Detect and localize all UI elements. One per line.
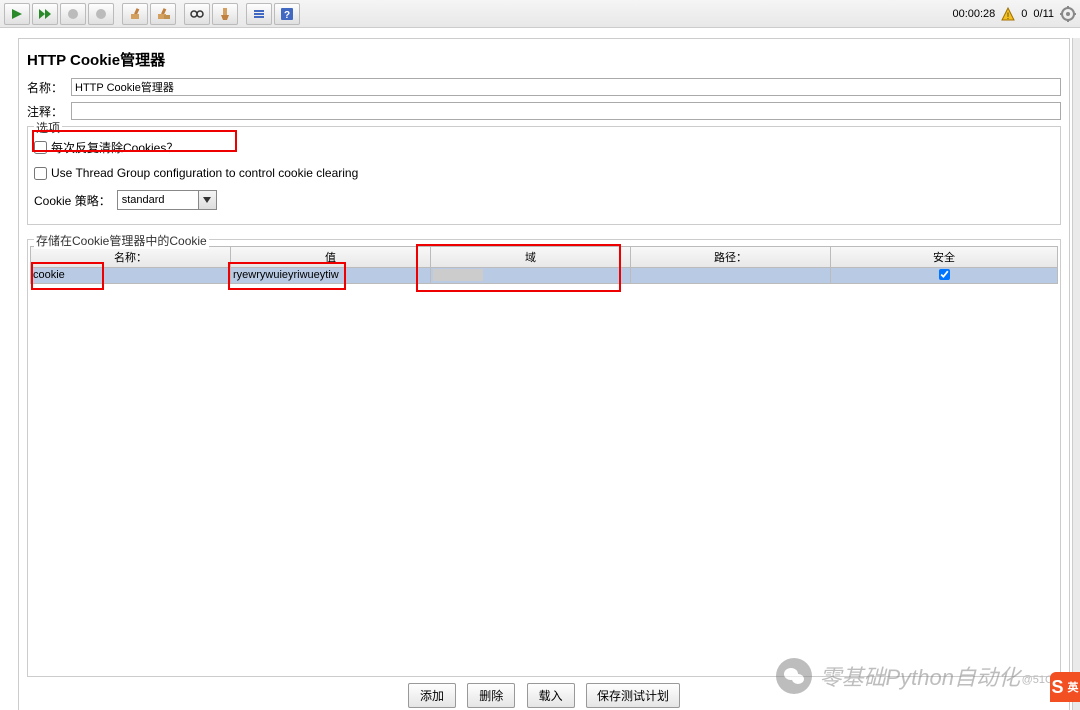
th-name: 名称： — [31, 247, 231, 267]
name-row: 名称： — [27, 78, 1061, 96]
elapsed-time: 00:00:28 — [952, 8, 995, 20]
td-path[interactable] — [631, 268, 831, 283]
options-fieldset: 选项 每次反复清除Cookies？ Use Thread Group confi… — [27, 126, 1061, 225]
cookies-fieldset: 存储在Cookie管理器中的Cookie 名称： 值 域 路径： 安全 cook… — [27, 239, 1061, 677]
secure-checkbox[interactable] — [939, 269, 950, 280]
policy-combo[interactable] — [117, 190, 217, 210]
clear-each-iteration-row: 每次反复清除Cookies？ — [34, 139, 1054, 156]
th-value: 值 — [231, 247, 431, 267]
options-legend: 选项 — [34, 119, 62, 136]
load-button[interactable]: 载入 — [527, 683, 575, 708]
vertical-scrollbar[interactable] — [1072, 38, 1080, 710]
cookie-table-header: 名称： 值 域 路径： 安全 — [30, 246, 1058, 268]
panel-title: HTTP Cookie管理器 — [27, 49, 1061, 70]
chevron-down-icon[interactable] — [198, 191, 216, 209]
clear-each-iteration-checkbox[interactable] — [34, 141, 47, 154]
use-thread-group-checkbox[interactable] — [34, 167, 47, 180]
td-domain[interactable]: xxxxxxxxx — [431, 268, 631, 283]
run-button[interactable] — [4, 3, 30, 25]
clear-button[interactable] — [122, 3, 148, 25]
th-secure: 安全 — [831, 247, 1057, 267]
warning-count: 0 — [1021, 8, 1027, 20]
comment-row: 注释： — [27, 102, 1061, 120]
warning-icon[interactable]: ! — [1001, 7, 1015, 21]
add-button[interactable]: 添加 — [408, 683, 456, 708]
watermark: 零基础Python自动化 — [776, 658, 1021, 694]
help-button[interactable]: ? — [274, 3, 300, 25]
watermark-text: 零基础Python自动化 — [820, 660, 1021, 692]
delete-button[interactable]: 删除 — [467, 683, 515, 708]
search-button[interactable] — [184, 3, 210, 25]
svg-text:!: ! — [1007, 11, 1010, 21]
wechat-icon — [776, 658, 812, 694]
policy-label: Cookie 策略： — [34, 192, 111, 209]
shutdown-button[interactable] — [88, 3, 114, 25]
run-no-pause-button[interactable] — [32, 3, 58, 25]
sogou-ime-badge[interactable]: S英 — [1050, 672, 1080, 702]
td-name[interactable]: cookie — [31, 268, 231, 283]
svg-text:?: ? — [284, 10, 290, 20]
th-domain: 域 — [431, 247, 631, 267]
td-value[interactable]: ryewrywuieyriwueytiw — [231, 268, 431, 283]
comment-input[interactable] — [71, 102, 1061, 120]
use-thread-group-row: Use Thread Group configuration to contro… — [34, 166, 1054, 180]
toolbar: ? 00:00:28 ! 0 0/11 — [0, 0, 1080, 28]
th-path: 路径： — [631, 247, 831, 267]
function-helper-button[interactable] — [246, 3, 272, 25]
reset-search-button[interactable] — [212, 3, 238, 25]
name-label: 名称： — [27, 79, 71, 96]
clear-all-button[interactable] — [150, 3, 176, 25]
td-secure[interactable] — [831, 268, 1057, 283]
policy-input[interactable] — [118, 193, 198, 207]
policy-row: Cookie 策略： — [34, 190, 1054, 210]
save-button[interactable]: 保存测试计划 — [586, 683, 680, 708]
cookies-legend: 存储在Cookie管理器中的Cookie — [34, 232, 209, 249]
toolbar-status: 00:00:28 ! 0 0/11 — [952, 6, 1076, 22]
name-input[interactable] — [71, 78, 1061, 96]
thread-count: 0/11 — [1033, 8, 1054, 20]
use-thread-group-label: Use Thread Group configuration to contro… — [51, 166, 358, 180]
comment-label: 注释： — [27, 103, 71, 120]
cookie-manager-panel: HTTP Cookie管理器 名称： 注释： 选项 每次反复清除Cookies？… — [18, 38, 1070, 710]
clear-each-iteration-label: 每次反复清除Cookies？ — [51, 139, 178, 156]
stop-button[interactable] — [60, 3, 86, 25]
gear-icon[interactable] — [1060, 6, 1076, 22]
cookie-table-row[interactable]: cookie ryewrywuieyriwueytiw xxxxxxxxx — [30, 268, 1058, 284]
